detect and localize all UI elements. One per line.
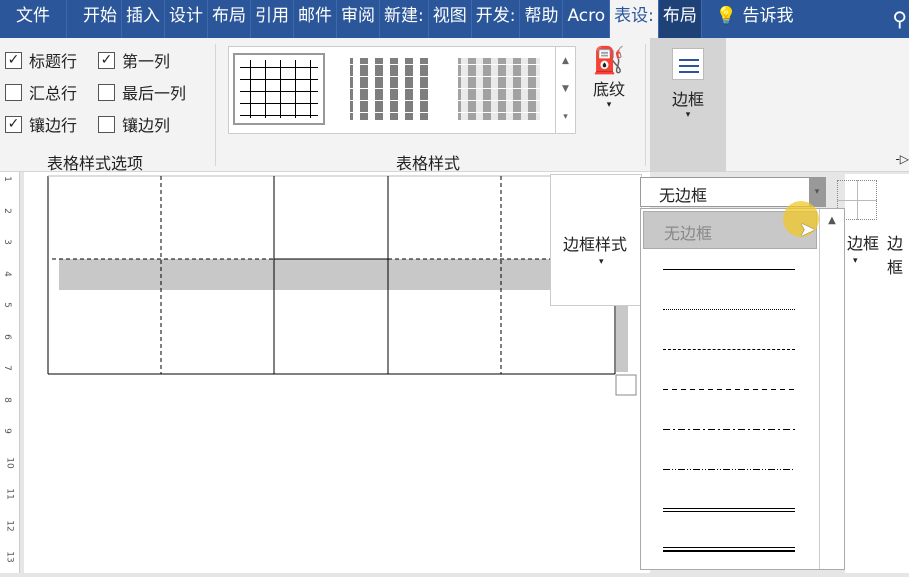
dialog-launcher-icon[interactable]: -▷ bbox=[895, 152, 909, 166]
tab-references[interactable]: 引用 bbox=[251, 0, 294, 38]
total-row-checkbox[interactable]: 汇总行 bbox=[5, 80, 77, 104]
tab-acrobat[interactable]: Acro bbox=[563, 0, 611, 38]
tab-table-design[interactable]: 表设: bbox=[610, 0, 659, 38]
last-column-checkbox[interactable]: 最后一列 bbox=[98, 80, 186, 104]
tab-developer[interactable]: 开发: bbox=[472, 0, 521, 38]
ruler-tick-label: 7 bbox=[1, 365, 12, 371]
label: 第一列 bbox=[122, 52, 171, 71]
ruler-tick-label: 4 bbox=[1, 270, 12, 277]
pointer-icon: ➤ bbox=[799, 217, 816, 241]
check-icon: ✓ bbox=[5, 115, 22, 133]
list-item-solid[interactable] bbox=[663, 269, 795, 270]
list-item-dash-dot[interactable] bbox=[663, 429, 795, 430]
tab-new[interactable]: 新建: bbox=[380, 0, 429, 38]
list-item-thick-thin[interactable] bbox=[663, 547, 795, 552]
chevron-down-icon: ▾ bbox=[599, 257, 604, 267]
label: 镶边列 bbox=[122, 116, 171, 135]
paint-bucket-icon: ⛽ bbox=[592, 46, 626, 76]
border-styles-button[interactable]: 边框样式 ▾ bbox=[550, 174, 642, 306]
lightbulb-icon: 💡 bbox=[715, 6, 743, 26]
list-item-dashed[interactable] bbox=[663, 389, 795, 390]
banded-rows-checkbox[interactable]: ✓ 镶边行 bbox=[5, 112, 77, 136]
borders-label[interactable]: 边框 bbox=[847, 230, 879, 254]
tab-view[interactable]: 视图 bbox=[429, 0, 472, 38]
vertical-ruler: 1 2 3 4 5 6 7 8 9 10 11 12 13 bbox=[0, 172, 20, 573]
ruler-tick-label: 2 bbox=[1, 207, 12, 214]
dropdown-arrow-icon[interactable]: ▾ bbox=[809, 178, 825, 206]
tab-mailings[interactable]: 邮件 bbox=[294, 0, 337, 38]
label: 汇总行 bbox=[29, 84, 78, 103]
ruler-tick-label: 13 bbox=[4, 551, 15, 563]
ruler-tick-label: 5 bbox=[1, 302, 12, 308]
ribbon-tabs: 文件 开始 插入 设计 布局 引用 邮件 审阅 新建: 视图 开发: 帮助 Ac… bbox=[0, 0, 909, 38]
tab-review[interactable]: 审阅 bbox=[337, 0, 380, 38]
label: 最后一列 bbox=[122, 84, 187, 103]
ruler-tick-label: 3 bbox=[1, 239, 12, 245]
list-scrollbar[interactable]: ▲ bbox=[819, 209, 844, 569]
banded-columns-checkbox[interactable]: 镶边列 bbox=[98, 112, 170, 136]
chevron-down-icon: ▾ bbox=[853, 256, 858, 266]
tab-insert[interactable]: 插入 bbox=[122, 0, 165, 38]
tab-file[interactable]: 文件 bbox=[0, 0, 67, 38]
ruler-tick-label: 6 bbox=[1, 333, 12, 340]
selected-value: 无边框 bbox=[659, 186, 708, 205]
table-styles-gallery: ▲ ▼ ▾ bbox=[228, 46, 576, 134]
borders-icon bbox=[672, 48, 704, 80]
borders-area: 边框 边框 ▾ bbox=[837, 174, 909, 573]
header-row-checkbox[interactable]: ✓ 标题行 bbox=[5, 48, 77, 72]
tell-me[interactable]: 💡 告诉我 bbox=[712, 0, 798, 38]
ruler-tick-label: 11 bbox=[4, 488, 15, 500]
label: 标题行 bbox=[29, 52, 78, 71]
table-style-2[interactable] bbox=[345, 53, 437, 125]
group-label-styles: 表格样式 bbox=[396, 154, 461, 173]
first-column-checkbox[interactable]: ✓ 第一列 bbox=[98, 48, 170, 72]
ruler-tick-label: 8 bbox=[1, 396, 12, 403]
table-style-3[interactable] bbox=[453, 53, 545, 125]
table-style-1[interactable] bbox=[233, 53, 325, 125]
group-label-options: 表格样式选项 bbox=[47, 154, 144, 173]
check-icon: ✓ bbox=[98, 51, 115, 69]
label: 镶边行 bbox=[29, 116, 78, 135]
gallery-scroll[interactable]: ▲ ▼ ▾ bbox=[555, 47, 575, 133]
ruler-tick-label: 10 bbox=[4, 456, 15, 469]
tell-me-label: 告诉我 bbox=[742, 6, 794, 26]
list-item-double[interactable] bbox=[663, 508, 795, 512]
tab-help[interactable]: 帮助 bbox=[520, 0, 564, 38]
check-icon: ✓ bbox=[5, 51, 22, 69]
ruler-tick-label: 1 bbox=[1, 176, 12, 182]
label: 边框 bbox=[671, 90, 704, 109]
list-item-fine-dashed[interactable] bbox=[663, 349, 795, 350]
ruler-tick-label: 9 bbox=[1, 428, 12, 434]
border-painter-label[interactable]: 边框 bbox=[887, 230, 909, 278]
list-item-dotted[interactable] bbox=[663, 309, 795, 310]
borders-button[interactable]: 边框 ▾ bbox=[650, 38, 726, 172]
tab-layout[interactable]: 布局 bbox=[208, 0, 251, 38]
shading-button[interactable]: ⛽ 底纹 ▾ bbox=[585, 46, 633, 110]
label: 底纹 bbox=[592, 80, 625, 99]
user-icon[interactable]: ⚲ bbox=[892, 7, 907, 31]
label: 边框样式 bbox=[563, 235, 628, 254]
list-item-dash-dot-dot[interactable] bbox=[663, 469, 795, 470]
tab-design[interactable]: 设计 bbox=[165, 0, 208, 38]
ruler-tick-label: 12 bbox=[4, 519, 15, 532]
scroll-up-icon[interactable]: ▲ bbox=[820, 209, 844, 226]
ribbon: ✓ 标题行 ✓ 第一列 汇总行 最后一列 ✓ 镶边行 镶边列 表格样式选项 ▲ ▼ ▾ 表… bbox=[0, 38, 909, 173]
pen-style-list: 无边框 ▲ ➤ bbox=[640, 201, 845, 570]
tab-table-layout[interactable]: 布局 bbox=[658, 0, 702, 38]
tab-home[interactable]: 开始 bbox=[79, 0, 122, 38]
